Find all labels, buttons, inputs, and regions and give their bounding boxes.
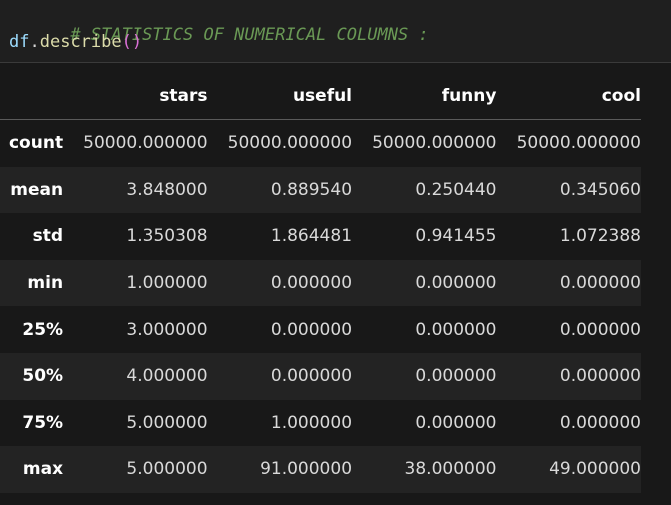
table-cell: 1.072388 [559,226,641,247]
table-cell: 0.250440 [415,179,497,200]
table-row: 25% 3.000000 0.000000 0.000000 0.000000 [0,306,641,353]
table-cell: 91.000000 [260,459,353,480]
row-label: count [8,133,64,154]
table-cell: 50000.000000 [372,133,497,154]
table-cell: 0.000000 [559,319,641,340]
table-row: mean 3.848000 0.889540 0.250440 0.345060 [0,166,641,214]
table-cell: 1.000000 [270,412,353,433]
row-label: max [22,459,64,480]
table-cell: 49.000000 [549,459,641,480]
column-header: cool [496,73,641,120]
table-cell: 1.000000 [126,273,208,294]
index-header [0,73,64,120]
table-cell: 5.000000 [126,412,208,433]
table-row: min 1.000000 0.000000 0.000000 0.000000 [0,259,641,307]
row-label: 25% [22,319,64,340]
table-cell: 3.000000 [126,319,208,340]
row-label: 50% [22,366,64,387]
table-cell: 0.000000 [415,319,497,340]
describe-table: stars useful funny cool count 50000.0000… [0,73,641,493]
table-cell: 0.000000 [270,319,353,340]
table-row: count 50000.000000 50000.000000 50000.00… [0,119,641,167]
row-label: mean [10,179,64,200]
table-cell: 50000.000000 [227,133,353,154]
table-cell: 1.864481 [270,226,353,247]
row-label: 75% [22,412,64,433]
table-row: 75% 5.000000 1.000000 0.000000 0.000000 [0,399,641,447]
code-cell[interactable]: # STATISTICS OF NUMERICAL COLUMNS : df.d… [0,0,671,63]
code-dot: . [29,32,40,52]
table-cell: 50000.000000 [516,133,641,154]
row-label: std [32,226,64,247]
column-header: funny [352,73,497,120]
table-cell: 5.000000 [126,459,208,480]
table-cell: 0.941455 [415,226,497,247]
column-header: useful [207,73,353,120]
table-cell: 0.000000 [270,366,353,387]
table-cell: 0.000000 [559,366,641,387]
cell-output: stars useful funny cool count 50000.0000… [0,73,641,493]
row-label: min [27,273,64,294]
table-cell: 38.000000 [404,459,497,480]
table-cell: 0.889540 [270,179,353,200]
notebook-view: # STATISTICS OF NUMERICAL COLUMNS : df.d… [0,0,671,505]
table-cell: 0.000000 [270,273,353,294]
table-cell: 3.848000 [126,179,208,200]
table-cell: 4.000000 [126,366,208,387]
table-cell: 0.000000 [415,366,497,387]
code-line-call: df.describe() [9,32,142,52]
column-header: stars [63,73,208,120]
table-row: std 1.350308 1.864481 0.941455 1.072388 [0,213,641,260]
table-row: max 5.000000 91.000000 38.000000 49.0000… [0,446,641,493]
table-cell: 0.345060 [559,179,641,200]
code-parens: () [121,32,143,52]
table-cell: 0.000000 [415,412,497,433]
table-row: 50% 4.000000 0.000000 0.000000 0.000000 [0,352,641,400]
table-cell: 50000.000000 [83,133,208,154]
table-cell: 0.000000 [559,273,641,294]
table-cell: 0.000000 [415,273,497,294]
table-cell: 0.000000 [559,412,641,433]
table-header-row: stars useful funny cool [0,73,641,120]
code-variable: df [9,32,30,52]
table-cell: 1.350308 [126,226,208,247]
code-function: describe [39,32,122,52]
